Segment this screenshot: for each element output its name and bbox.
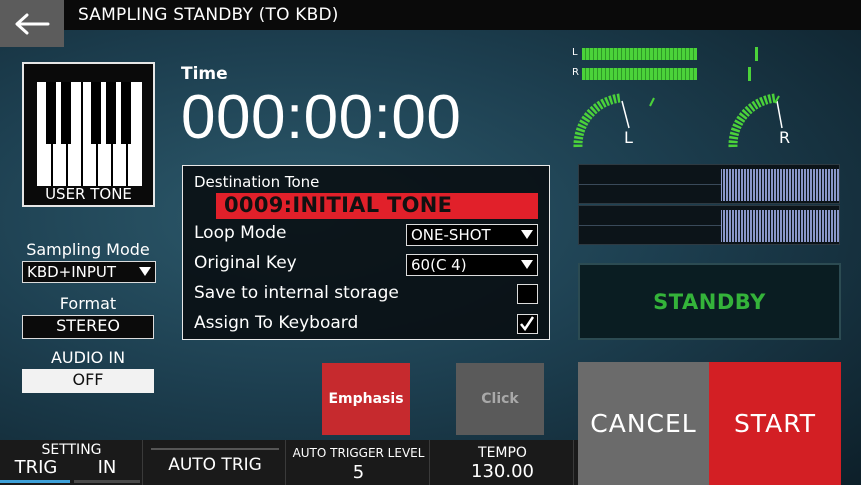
back-button[interactable] bbox=[0, 0, 64, 47]
chevron-down-icon bbox=[521, 230, 533, 239]
destination-tone-field[interactable]: 0009:INITIAL TONE bbox=[216, 193, 538, 219]
start-button[interactable]: START bbox=[709, 362, 841, 485]
original-key-value: 60(C 4) bbox=[411, 256, 467, 274]
loop-mode-value: ONE-SHOT bbox=[411, 226, 491, 244]
chevron-down-icon bbox=[521, 260, 533, 269]
back-arrow-icon bbox=[15, 13, 50, 34]
meter-right-label: R bbox=[572, 67, 579, 78]
format-field[interactable]: STEREO bbox=[22, 315, 154, 339]
tab-in-indicator bbox=[74, 480, 140, 483]
auto-trig-button[interactable]: AUTO TRIG bbox=[144, 440, 286, 485]
tab-trig[interactable]: TRIG bbox=[0, 457, 72, 485]
sampling-mode-value: KBD+INPUT bbox=[27, 263, 117, 281]
destination-tone-value: 0009:INITIAL TONE bbox=[224, 193, 453, 217]
meter-left bbox=[582, 48, 762, 60]
meter-left-label: L bbox=[572, 47, 578, 58]
standby-button[interactable]: STANDBY bbox=[578, 263, 841, 340]
meter-left-peak bbox=[754, 47, 758, 61]
sampling-mode-label: Sampling Mode bbox=[26, 240, 150, 259]
destination-tone-label: Destination Tone bbox=[194, 173, 320, 191]
user-tone-label: USER TONE bbox=[45, 185, 132, 203]
checkmark-icon bbox=[520, 316, 535, 332]
click-button[interactable]: Click bbox=[456, 363, 544, 435]
page-title: SAMPLING STANDBY (TO KBD) bbox=[78, 5, 339, 25]
loop-mode-label: Loop Mode bbox=[194, 223, 287, 243]
auto-trigger-level-label: AUTO TRIGGER LEVEL bbox=[292, 446, 425, 460]
waveform-right bbox=[578, 205, 840, 245]
left-dial bbox=[573, 93, 655, 148]
waveform-left bbox=[578, 164, 840, 204]
auto-trig-indicator bbox=[151, 448, 279, 450]
destination-panel: Destination Tone 0009:INITIAL TONE Loop … bbox=[182, 165, 550, 340]
right-dial-label: R bbox=[779, 128, 791, 147]
auto-trig-label: AUTO TRIG bbox=[168, 455, 262, 475]
setting-label: SETTING bbox=[41, 442, 102, 458]
piano-keyboard-icon bbox=[37, 82, 142, 186]
meter-right-fill bbox=[582, 68, 698, 80]
tab-in-label: IN bbox=[97, 457, 117, 478]
tab-in[interactable]: IN bbox=[72, 457, 142, 485]
chevron-down-icon bbox=[139, 267, 151, 276]
meter-right-peak bbox=[747, 67, 751, 81]
tempo-label: TEMPO bbox=[478, 445, 527, 461]
time-display: 000:00:00 bbox=[181, 83, 462, 152]
audio-in-label: AUDIO IN bbox=[50, 348, 126, 367]
time-label: Time bbox=[181, 64, 228, 84]
meter-left-fill bbox=[582, 48, 698, 60]
right-dial bbox=[728, 93, 783, 148]
original-key-label: Original Key bbox=[194, 253, 297, 273]
tempo-value: 130.00 bbox=[471, 461, 534, 482]
setting-tabs: SETTING TRIG IN bbox=[0, 440, 143, 485]
save-internal-label: Save to internal storage bbox=[194, 283, 399, 303]
left-dial-label: L bbox=[624, 128, 633, 147]
sampling-mode-dropdown[interactable]: KBD+INPUT bbox=[22, 261, 156, 283]
bottom-bar: SETTING TRIG IN AUTO TRIG AUTO TRIGGER L… bbox=[0, 440, 578, 485]
format-label: Format bbox=[59, 294, 117, 313]
tab-trig-indicator bbox=[0, 480, 70, 483]
auto-trigger-level-value: 5 bbox=[352, 462, 365, 483]
cancel-button[interactable]: CANCEL bbox=[578, 362, 709, 485]
loop-mode-dropdown[interactable]: ONE-SHOT bbox=[406, 224, 538, 246]
assign-keyboard-label: Assign To Keyboard bbox=[194, 313, 359, 333]
assign-keyboard-checkbox[interactable] bbox=[517, 314, 538, 334]
save-internal-checkbox[interactable] bbox=[517, 284, 538, 304]
audio-in-toggle[interactable]: OFF bbox=[22, 369, 154, 393]
tab-trig-label: TRIG bbox=[14, 457, 58, 478]
original-key-dropdown[interactable]: 60(C 4) bbox=[406, 254, 538, 276]
user-tone-button[interactable]: USER TONE bbox=[22, 62, 155, 207]
meter-right bbox=[582, 68, 762, 80]
tempo-knob[interactable]: TEMPO 130.00 bbox=[431, 440, 574, 485]
auto-trigger-level-knob[interactable]: AUTO TRIGGER LEVEL 5 bbox=[287, 440, 430, 485]
emphasis-button[interactable]: Emphasis bbox=[322, 363, 410, 435]
